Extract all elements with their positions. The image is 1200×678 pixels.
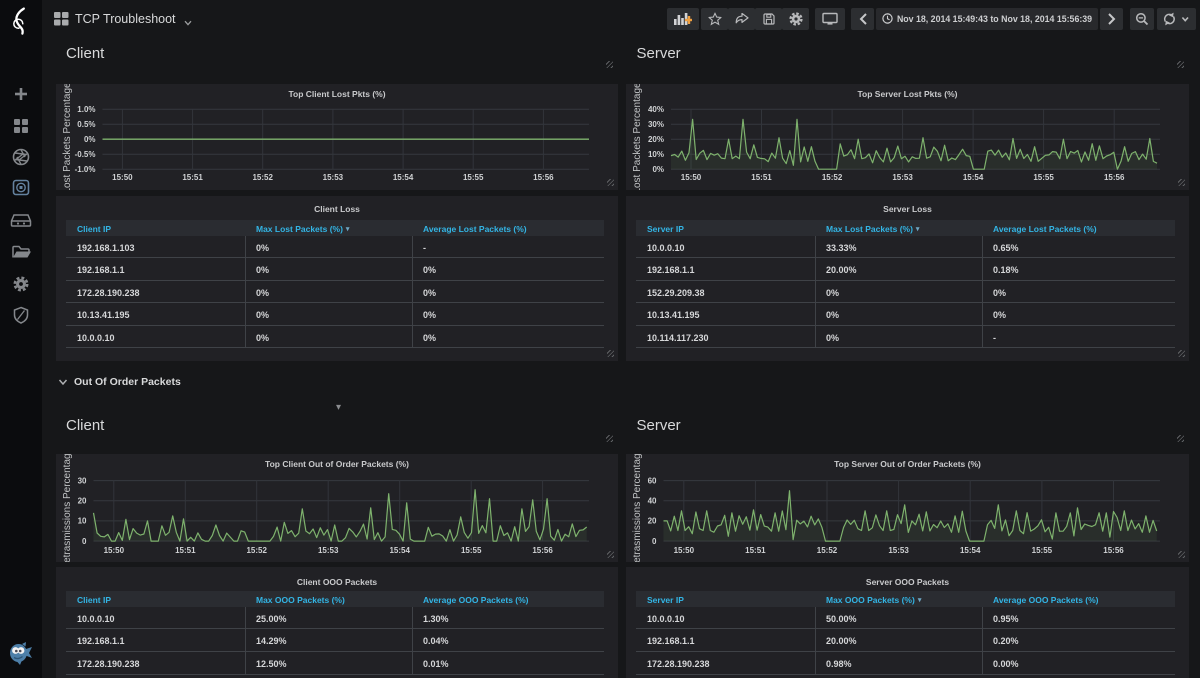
svg-text:15:54: 15:54: [393, 173, 414, 182]
svg-text:Lost Packets Percentage: Lost Packets Percentage: [62, 84, 73, 190]
svg-text:30: 30: [78, 476, 87, 485]
svg-text:15:53: 15:53: [892, 173, 913, 182]
svg-text:10: 10: [78, 517, 87, 526]
svg-text:15:53: 15:53: [318, 546, 339, 555]
svg-text:0.5%: 0.5%: [77, 120, 95, 129]
svg-text:15:54: 15:54: [963, 173, 984, 182]
svg-text:15:52: 15:52: [817, 546, 838, 555]
svg-text:15:52: 15:52: [246, 546, 267, 555]
svg-text:20: 20: [78, 497, 87, 506]
svg-text:10%: 10%: [648, 150, 664, 159]
svg-text:15:56: 15:56: [1103, 546, 1124, 555]
svg-text:15:53: 15:53: [888, 546, 909, 555]
svg-text:Lost Packets Percentage: Lost Packets Percentage: [632, 84, 643, 190]
svg-text:15:51: 15:51: [745, 546, 766, 555]
svg-text:20%: 20%: [648, 135, 664, 144]
svg-text:0: 0: [82, 537, 87, 546]
svg-text:0: 0: [652, 537, 657, 546]
svg-text:15:52: 15:52: [252, 173, 273, 182]
svg-text:40%: 40%: [648, 105, 664, 114]
svg-text:15:50: 15:50: [681, 173, 702, 182]
svg-text:15:55: 15:55: [1033, 173, 1054, 182]
svg-text:15:54: 15:54: [389, 546, 410, 555]
svg-text:15:55: 15:55: [461, 546, 482, 555]
svg-text:15:56: 15:56: [533, 173, 554, 182]
svg-text:15:51: 15:51: [175, 546, 196, 555]
svg-text:0%: 0%: [84, 135, 96, 144]
svg-text:15:56: 15:56: [532, 546, 553, 555]
svg-text:60: 60: [648, 476, 657, 485]
svg-text:-0.5%: -0.5%: [75, 150, 96, 159]
svg-text:20: 20: [648, 517, 657, 526]
svg-text:15:51: 15:51: [751, 173, 772, 182]
svg-text:Retrasmissions Percentage: Retrasmissions Percentage: [62, 454, 73, 562]
svg-text:15:53: 15:53: [323, 173, 344, 182]
svg-text:Retrasmissions Percentage: Retrasmissions Percentage: [632, 454, 643, 562]
svg-text:15:50: 15:50: [674, 546, 695, 555]
svg-text:15:55: 15:55: [463, 173, 484, 182]
svg-text:15:54: 15:54: [960, 546, 981, 555]
svg-text:15:50: 15:50: [104, 546, 125, 555]
svg-text:15:56: 15:56: [1104, 173, 1125, 182]
svg-text:40: 40: [648, 497, 657, 506]
svg-text:15:51: 15:51: [182, 173, 203, 182]
svg-text:30%: 30%: [648, 120, 664, 129]
svg-text:-1.0%: -1.0%: [75, 165, 96, 174]
svg-text:1.0%: 1.0%: [77, 105, 95, 114]
svg-text:15:55: 15:55: [1032, 546, 1053, 555]
svg-text:15:50: 15:50: [112, 173, 133, 182]
svg-text:15:52: 15:52: [822, 173, 843, 182]
svg-text:0%: 0%: [652, 165, 664, 174]
